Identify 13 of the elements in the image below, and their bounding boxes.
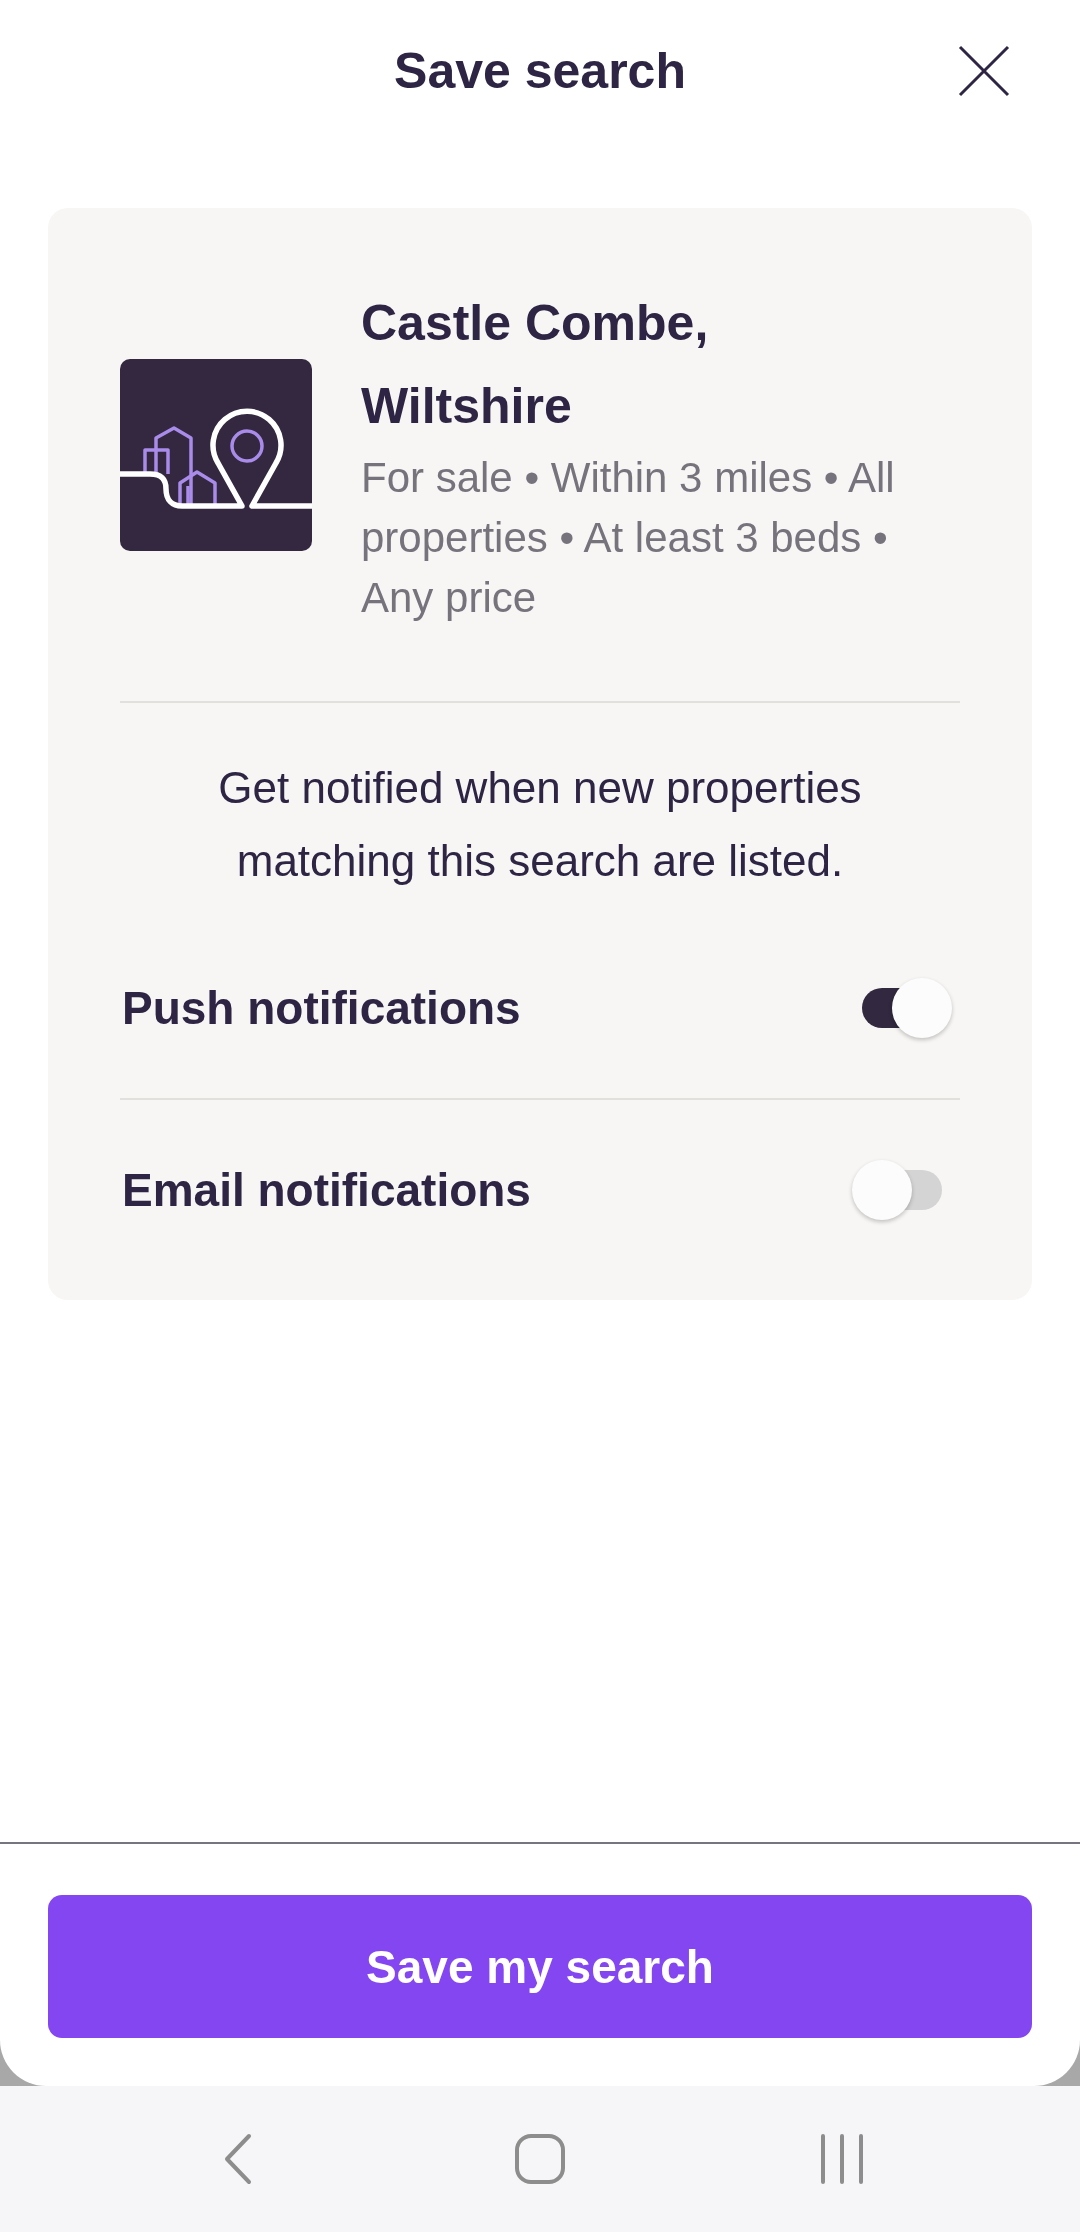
home-icon[interactable] [515,2134,565,2184]
back-icon[interactable] [223,2133,253,2185]
recent-apps-icon[interactable] [820,2134,864,2184]
location-buildings-icon [120,359,312,551]
notification-description: Get notified when new properties matching this search are listed. [217,762,863,887]
save-search-button[interactable]: Save my search [48,1895,1032,2038]
notification-label: Push notifications [121,981,521,1035]
sheet-title: Save search [394,42,686,101]
close-icon [958,45,1010,97]
search-criteria: For sale • Within 3 miles • All properties • At least 3 beds • Any price [361,453,896,623]
notification-label: Email notifications [121,1163,531,1217]
location-title: Castle Combe, Wiltshire [361,294,710,436]
close-button[interactable] [958,45,1010,97]
